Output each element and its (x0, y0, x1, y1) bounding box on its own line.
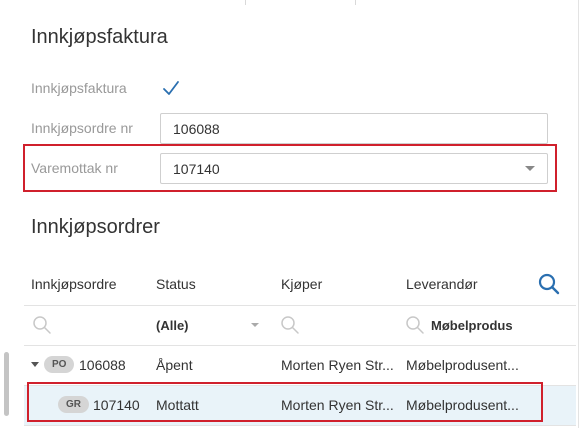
invoice-section-title: Innkjøpsfaktura (31, 26, 168, 48)
expand-toggle-icon[interactable] (31, 362, 39, 367)
supplier-filter[interactable]: Møbelprodus (431, 318, 513, 333)
divider (24, 425, 576, 426)
divider (24, 345, 576, 346)
divider (24, 305, 576, 306)
column-header-status[interactable]: Status (156, 276, 196, 292)
filter-search-icon[interactable] (280, 315, 300, 335)
top-toolbar-strip (0, 0, 581, 5)
column-header-supplier[interactable]: Leverandør (406, 276, 478, 292)
highlight-box (27, 382, 543, 422)
invoice-label: Innkjøpsfaktura (31, 80, 127, 96)
row-supplier[interactable]: Møbelprodusent... (406, 357, 519, 373)
po-badge: PO (44, 356, 75, 373)
panel-border (578, 0, 579, 428)
search-icon[interactable] (537, 272, 561, 296)
chevron-down-icon[interactable] (251, 323, 259, 327)
column-header-buyer[interactable]: Kjøper (281, 276, 322, 292)
checkmark-icon (163, 81, 179, 95)
scrollbar[interactable] (4, 352, 9, 416)
po-number-label: Innkjøpsordre nr (31, 120, 133, 136)
po-number-value: 106088 (173, 121, 220, 137)
row-order-number[interactable]: 106088 (79, 357, 126, 373)
column-header-po[interactable]: Innkjøpsordre (31, 276, 117, 292)
row-buyer[interactable]: Morten Ryen Str... (281, 357, 394, 373)
filter-search-icon[interactable] (32, 315, 52, 335)
filter-search-icon[interactable] (405, 315, 425, 335)
highlight-box (23, 144, 557, 192)
divider (355, 0, 356, 5)
status-filter[interactable]: (Alle) (156, 318, 189, 333)
invoice-checkbox[interactable] (160, 77, 182, 99)
row-status[interactable]: Åpent (156, 357, 193, 373)
po-number-field[interactable]: 106088 (160, 113, 548, 144)
divider (245, 0, 246, 5)
orders-section-title: Innkjøpsordrer (31, 216, 160, 238)
